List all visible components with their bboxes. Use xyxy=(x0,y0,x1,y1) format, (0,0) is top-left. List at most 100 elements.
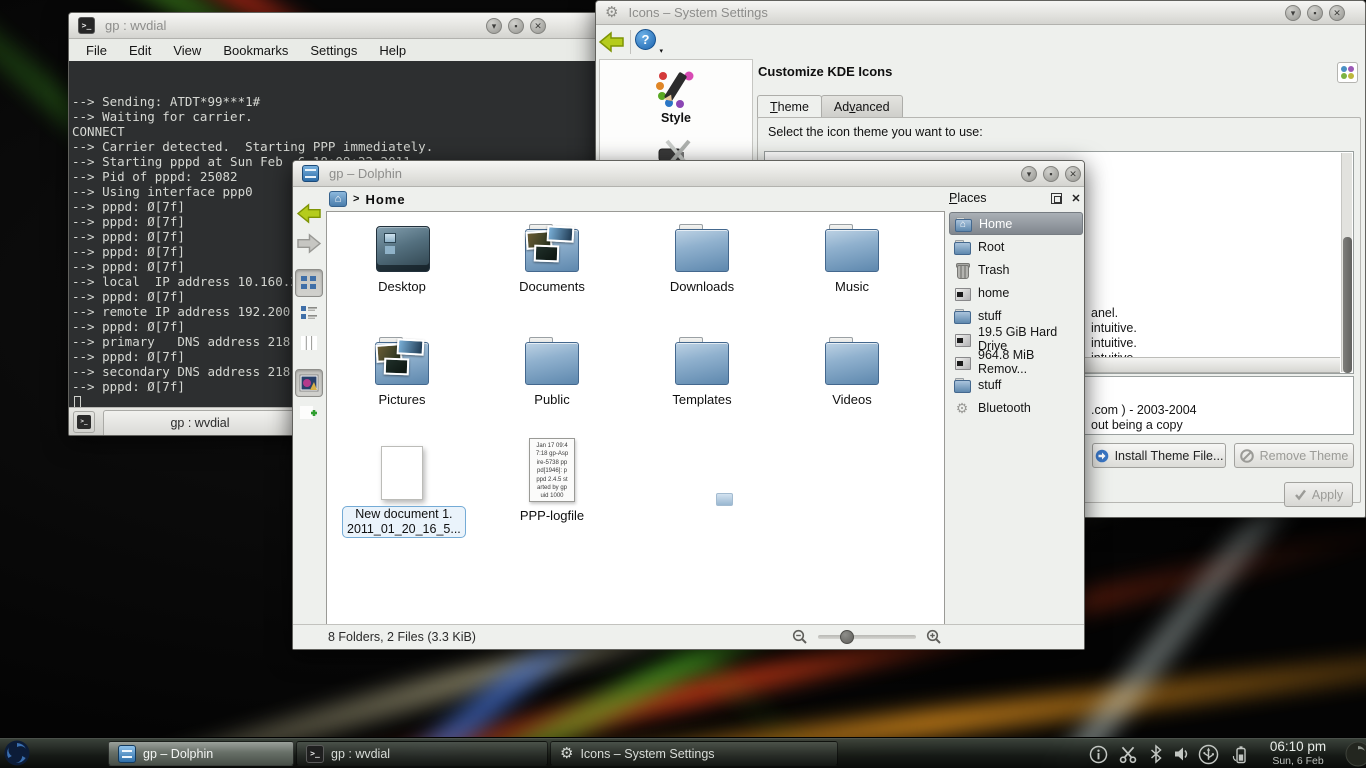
stray-thumbnail-artifact xyxy=(716,493,733,506)
klipper-tray-icon[interactable] xyxy=(1116,742,1140,766)
file-item-ppp-logfile[interactable]: Jan 17 09:47:18 gp-Aspire-5738 pppd[1946… xyxy=(492,430,612,523)
sidebar-item-style[interactable]: Style xyxy=(600,60,752,125)
style-icon xyxy=(653,66,699,108)
usb-icon xyxy=(1198,744,1219,765)
task-dolphin[interactable]: gp – Dolphin xyxy=(108,741,294,766)
volume-tray-icon[interactable] xyxy=(1169,742,1193,766)
konsole-tab[interactable]: gp : wvdial xyxy=(103,410,297,435)
bluetooth-tray-icon[interactable] xyxy=(1144,742,1168,766)
dolphin-folder-grid[interactable]: Videos Templates Public Pictures Music D… xyxy=(326,211,945,626)
scrollbar-track[interactable] xyxy=(1341,153,1352,372)
back-button[interactable] xyxy=(596,28,626,56)
close-button[interactable]: ✕ xyxy=(1065,166,1081,182)
minimize-button[interactable]: ▾ xyxy=(486,18,502,34)
places-item[interactable]: 964.8 MiB Remov... xyxy=(949,350,1083,373)
menu-item[interactable]: Edit xyxy=(118,41,162,60)
folder-item[interactable]: Desktop xyxy=(342,222,462,294)
details-view-button[interactable] xyxy=(295,299,323,327)
dolphin-titlebar[interactable]: gp – Dolphin ▾ ▪ ✕ xyxy=(293,161,1084,187)
install-theme-button[interactable]: Install Theme File... xyxy=(1092,443,1226,468)
dot-icon xyxy=(1348,73,1354,79)
folder-item[interactable]: Documents xyxy=(492,222,612,294)
menu-item[interactable]: View xyxy=(162,41,212,60)
split-view-button[interactable] xyxy=(295,399,323,427)
chevron-down-icon: ▾ xyxy=(659,47,663,55)
gear-icon: ⚙ xyxy=(560,745,573,763)
new-tab-button[interactable]: >_ xyxy=(73,411,95,433)
maximize-button[interactable]: ▪ xyxy=(508,18,524,34)
place-label: stuff xyxy=(978,378,1001,392)
place-icon xyxy=(954,240,970,254)
maximize-button[interactable]: ▪ xyxy=(1043,166,1059,182)
place-icon xyxy=(954,309,970,323)
clock[interactable]: 06:10 pm Sun, 6 Feb xyxy=(1260,739,1336,767)
device-notifier-tray-icon[interactable] xyxy=(1196,742,1220,766)
overview-button[interactable] xyxy=(1337,62,1358,83)
back-button[interactable] xyxy=(295,199,323,227)
places-item[interactable]: ⌂ Home xyxy=(949,212,1083,235)
menu-item[interactable]: File xyxy=(75,41,118,60)
dot-icon xyxy=(1341,66,1347,72)
icons-view-button[interactable] xyxy=(295,269,323,297)
tab-advanced[interactable]: Advanced xyxy=(821,95,903,118)
breadcrumb[interactable]: ⌂ > Home xyxy=(329,188,406,210)
float-panel-icon[interactable] xyxy=(1051,193,1062,204)
places-header: Places ✕ xyxy=(949,189,1083,207)
notifications-tray-icon[interactable] xyxy=(1086,742,1110,766)
menu-item[interactable]: Settings xyxy=(299,41,368,60)
places-item[interactable]: stuff xyxy=(949,373,1083,396)
task-system-settings[interactable]: ⚙ Icons – System Settings xyxy=(550,741,838,766)
maximize-button[interactable]: ▪ xyxy=(1307,5,1323,21)
terminal-line: --> Carrier detected. Starting PPP immed… xyxy=(72,139,599,154)
breadcrumb-home[interactable]: Home xyxy=(365,192,405,207)
battery-tray-icon[interactable] xyxy=(1228,742,1252,766)
cashew-icon xyxy=(1344,740,1366,768)
konsole-window-title: gp : wvdial xyxy=(105,18,166,33)
konsole-titlebar[interactable]: >_ gp : wvdial ▾ ▪ ✕ xyxy=(69,13,599,39)
zoom-out-icon[interactable] xyxy=(792,629,808,645)
preview-icon xyxy=(299,374,319,392)
folder-item[interactable]: Downloads xyxy=(642,222,762,294)
settings-toolbar: ? ▾ xyxy=(596,25,1365,59)
zoom-in-icon[interactable] xyxy=(926,629,942,645)
forward-button[interactable] xyxy=(295,229,323,257)
folder-icon xyxy=(675,224,729,272)
minimize-button[interactable]: ▾ xyxy=(1285,5,1301,21)
folder-icon xyxy=(525,224,579,272)
close-panel-icon[interactable]: ✕ xyxy=(1069,192,1083,205)
folder-item[interactable]: Pictures xyxy=(342,335,462,407)
help-button[interactable]: ? ▾ xyxy=(635,29,661,55)
preview-toggle-button[interactable] xyxy=(295,369,323,397)
zoom-slider[interactable] xyxy=(818,635,916,639)
home-folder-icon[interactable]: ⌂ xyxy=(329,191,347,207)
terminal-line: CONNECT xyxy=(72,124,599,139)
panel-toolbox-cashew[interactable] xyxy=(1344,740,1366,768)
remove-theme-button[interactable]: Remove Theme xyxy=(1234,443,1354,468)
places-item[interactable]: Root xyxy=(949,235,1083,258)
menu-item[interactable]: Help xyxy=(368,41,417,60)
sidebar-item-label: Style xyxy=(600,111,752,125)
apply-button[interactable]: Apply xyxy=(1284,482,1353,507)
file-item-new-document[interactable]: New document 1. 2011_01_20_16_5... xyxy=(342,444,462,538)
close-button[interactable]: ✕ xyxy=(1329,5,1345,21)
scrollbar-thumb[interactable] xyxy=(1343,237,1352,373)
close-button[interactable]: ✕ xyxy=(530,18,546,34)
menu-item[interactable]: Bookmarks xyxy=(212,41,299,60)
columns-view-button[interactable] xyxy=(295,329,323,357)
settings-app-icon: ⚙ xyxy=(605,2,618,24)
places-item[interactable]: ⚙ Bluetooth xyxy=(949,396,1083,419)
folder-item[interactable]: Music xyxy=(792,222,912,294)
zoom-slider-handle[interactable] xyxy=(840,630,854,644)
settings-page-title: Customize KDE Icons xyxy=(758,64,892,79)
folder-item[interactable]: Public xyxy=(492,335,612,407)
folder-item[interactable]: Templates xyxy=(642,335,762,407)
status-text: 8 Folders, 2 Files (3.3 KiB) xyxy=(328,630,476,644)
places-item[interactable]: home xyxy=(949,281,1083,304)
places-item[interactable]: Trash xyxy=(949,258,1083,281)
tab-theme[interactable]: Theme xyxy=(757,95,822,118)
folder-item[interactable]: Videos xyxy=(792,335,912,407)
launcher-button[interactable] xyxy=(3,739,31,767)
minimize-button[interactable]: ▾ xyxy=(1021,166,1037,182)
settings-titlebar[interactable]: ⚙ Icons – System Settings ▾ ▪ ✕ xyxy=(596,1,1365,25)
task-wvdial[interactable]: >_ gp : wvdial xyxy=(296,741,548,766)
